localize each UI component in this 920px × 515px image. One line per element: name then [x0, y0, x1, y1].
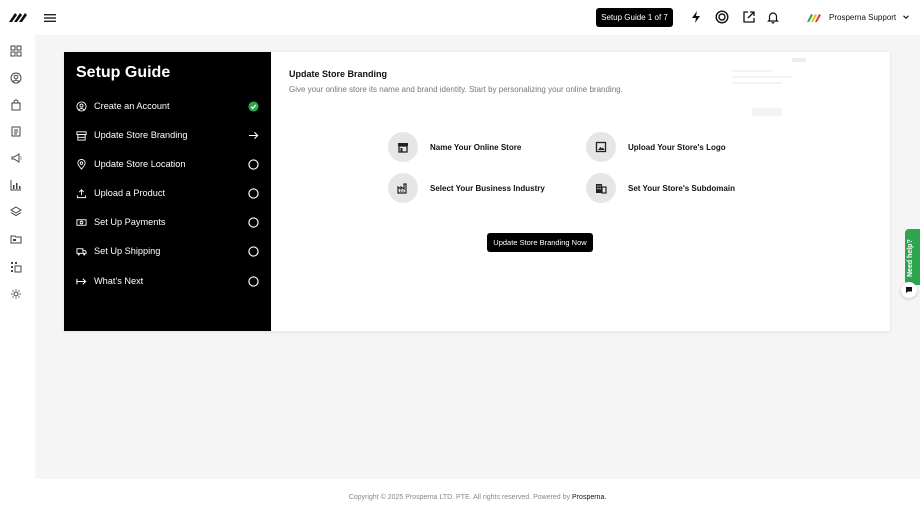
user-circle-icon[interactable]	[10, 72, 22, 84]
shopping-bag-icon[interactable]	[10, 99, 22, 111]
brand-logo-icon	[807, 14, 821, 22]
image-icon	[595, 141, 607, 153]
account-menu[interactable]: Prosperna Support	[806, 9, 910, 25]
step-update-store-location[interactable]: Update Store Location	[76, 155, 259, 173]
panel-title: Update Store Branding	[289, 69, 388, 79]
target-icon[interactable]	[715, 10, 729, 24]
menu-icon[interactable]	[43, 12, 57, 24]
step-upload-product[interactable]: Upload a Product	[76, 184, 259, 202]
bar-chart-icon[interactable]	[10, 179, 22, 191]
step-label: Update Store Branding	[94, 130, 188, 140]
clipboard-icon[interactable]	[10, 125, 22, 137]
task-icon-circle	[586, 173, 616, 203]
setup-guide-button[interactable]: Setup Guide 1 of 7	[596, 8, 673, 27]
step-whats-next[interactable]: What's Next	[76, 272, 259, 290]
megaphone-icon[interactable]	[10, 152, 22, 164]
building-icon	[596, 184, 607, 194]
setup-guide-title: Setup Guide	[76, 64, 171, 81]
payments-icon	[76, 218, 87, 226]
arrow-right-icon	[248, 131, 259, 139]
footer-brand-link[interactable]: Prosperna.	[572, 494, 606, 501]
task-label: Upload Your Store's Logo	[628, 142, 726, 152]
task-label: Name Your Online Store	[430, 142, 522, 152]
task-select-business-industry[interactable]: Select Your Business Industry	[388, 173, 545, 203]
task-icon-circle	[388, 173, 418, 203]
decorative-mockup-illustration	[732, 58, 806, 116]
empty-circle-icon	[248, 216, 259, 228]
task-icon-circle	[586, 132, 616, 162]
task-label: Select Your Business Industry	[430, 183, 545, 193]
step-create-account[interactable]: Create an Account	[76, 97, 259, 115]
task-icon-circle	[388, 132, 418, 162]
logo-icon[interactable]	[8, 10, 28, 24]
sidebar	[0, 35, 35, 515]
arrow-to-icon	[76, 277, 87, 285]
empty-circle-icon	[248, 158, 259, 170]
external-link-icon[interactable]	[742, 10, 756, 24]
top-bar: Setup Guide 1 of 7 Prosperna Support	[0, 0, 920, 35]
settings-icon[interactable]	[10, 288, 22, 300]
storefront-icon	[76, 130, 87, 141]
task-name-online-store[interactable]: Name Your Online Store	[388, 132, 521, 162]
panel-subtitle: Give your online store its name and bran…	[289, 85, 623, 94]
truck-icon	[76, 247, 87, 256]
step-label: Set Up Payments	[94, 217, 166, 227]
check-circle-icon	[248, 100, 259, 112]
step-label: Create an Account	[94, 101, 170, 111]
step-label: Upload a Product	[94, 188, 165, 198]
user-circle-icon	[76, 100, 87, 112]
empty-circle-icon	[248, 275, 259, 287]
factory-icon	[397, 183, 407, 194]
task-upload-store-logo[interactable]: Upload Your Store's Logo	[586, 132, 726, 162]
footer-copyright: Copyright © 2025 Prosperna LTD. PTE. All…	[348, 493, 571, 501]
storefront-icon	[398, 143, 408, 153]
need-help-label: Need help?	[907, 239, 914, 277]
chat-icon	[906, 287, 912, 293]
empty-circle-icon	[248, 245, 259, 257]
update-store-branding-button[interactable]: Update Store Branding Now	[487, 233, 593, 252]
step-label: Set Up Shipping	[94, 246, 161, 256]
bolt-icon[interactable]	[689, 10, 703, 24]
location-pin-icon	[77, 158, 86, 170]
task-label: Set Your Store's Subdomain	[628, 183, 735, 193]
step-label: What's Next	[94, 276, 144, 286]
layers-icon[interactable]	[10, 206, 22, 218]
setup-guide-steps-panel: Setup Guide Create an Account Update Sto…	[64, 52, 271, 331]
footer: Copyright © 2025 Prosperna LTD. PTE. All…	[35, 479, 920, 515]
bell-icon[interactable]	[766, 10, 780, 24]
dashboard-icon[interactable]	[10, 45, 22, 57]
step-set-up-payments[interactable]: Set Up Payments	[76, 213, 259, 231]
step-set-up-shipping[interactable]: Set Up Shipping	[76, 242, 259, 260]
chevron-down-icon	[903, 15, 910, 19]
grid-dots-icon[interactable]	[10, 261, 22, 273]
empty-circle-icon	[248, 187, 259, 199]
task-set-store-subdomain[interactable]: Set Your Store's Subdomain	[586, 173, 735, 203]
account-name: Prosperna Support	[829, 12, 897, 22]
folder-icon[interactable]	[10, 233, 22, 245]
chat-button[interactable]	[901, 282, 917, 298]
upload-icon	[76, 188, 87, 198]
need-help-tab[interactable]: Need help?	[905, 229, 920, 285]
step-update-store-branding[interactable]: Update Store Branding	[76, 126, 259, 144]
step-label: Update Store Location	[94, 159, 186, 169]
